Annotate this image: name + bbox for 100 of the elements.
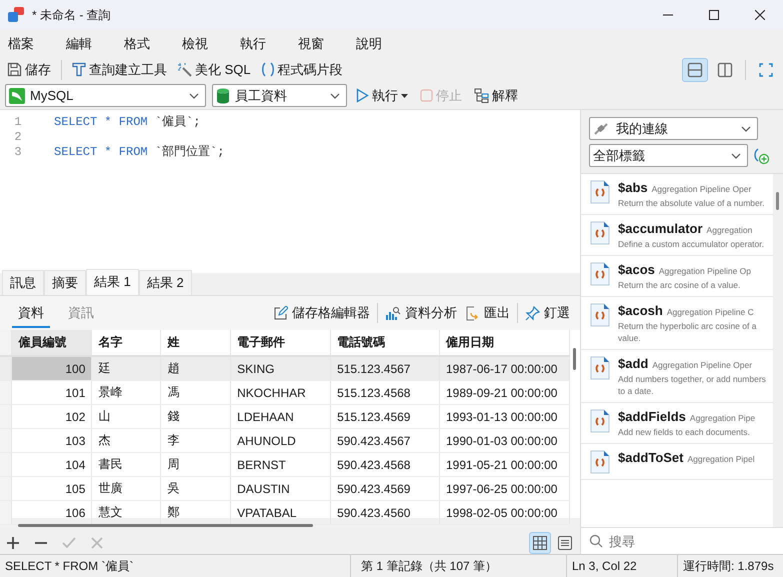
result-tab[interactable]: 訊息 <box>2 270 44 295</box>
table-cell: 1989-09-21 00:00:00 <box>440 380 570 404</box>
menu-item[interactable]: 說明 <box>354 34 412 52</box>
snippet-item[interactable]: $addToSet Aggregation Pipel <box>581 444 773 480</box>
menu-item[interactable]: 視窗 <box>296 34 354 52</box>
snippet-description: Return the absolute value of a number. <box>618 197 766 209</box>
snippet-file-icon <box>590 409 610 433</box>
sql-code-line: SELECT * FROM `部門位置`; <box>54 145 224 160</box>
table-cell: 515.123.4569 <box>330 404 440 428</box>
scrollbar-thumb[interactable] <box>18 524 313 526</box>
table-cell: 周 <box>160 452 231 476</box>
table-cell: AHUNOLD <box>230 428 331 452</box>
result-tab[interactable]: 結果 1 <box>86 269 139 295</box>
scrollbar-thumb[interactable] <box>573 348 576 370</box>
snippet-file-icon <box>590 180 610 204</box>
table-cell: 廷 <box>92 356 161 380</box>
snippet-description: Return the hyperbolic arc cosine of a value. <box>618 320 758 344</box>
menu-item[interactable]: 執行 <box>238 34 296 52</box>
pencil-icon <box>273 306 288 320</box>
pin-button[interactable]: 釘選 <box>521 304 574 322</box>
snippet-category: Aggregation Pipeline Oper <box>652 184 752 194</box>
column-header[interactable]: 僱員編號 <box>12 330 92 356</box>
table-cell: 1987-06-17 00:00:00 <box>440 356 570 380</box>
table-cell: 書民 <box>92 452 161 476</box>
code-snippet-button[interactable]: 程式碼片段 <box>258 58 346 80</box>
snippet-item[interactable]: $acos Aggregation Pipeline Op Return the arc cosine of a value. <box>581 256 773 297</box>
table-cell: 杰 <box>92 428 161 452</box>
menu-item[interactable]: 編輯 <box>64 34 122 52</box>
search-icon <box>589 534 603 548</box>
layout-toggle-button[interactable] <box>682 58 708 82</box>
snippet-item[interactable]: $acosh Aggregation Pipeline C Return the hyperbolic arc cosine of a value. <box>581 297 773 350</box>
snippet-file-icon <box>590 221 610 245</box>
menu-item[interactable]: 檔案 <box>6 34 64 52</box>
tag-filter-select[interactable]: 全部標籤 <box>589 144 748 167</box>
snippet-item[interactable]: $add Aggregation Pipeline Oper Add numbers together, or add numbers to a date. <box>581 350 773 403</box>
parentheses-icon <box>260 62 275 77</box>
column-header[interactable]: 電子郵件 <box>230 330 331 356</box>
database-select[interactable]: 員工資料 <box>212 84 347 107</box>
snippet-item[interactable]: $addFields Aggregation Pipe Add new fields to each documents. <box>581 403 773 444</box>
search-input[interactable]: 搜尋 <box>607 532 761 550</box>
table-cell: 515.123.4567 <box>330 356 440 380</box>
window-title: * 未命名 - 查詢 <box>32 6 112 24</box>
snippet-category: Aggregation <box>706 225 752 235</box>
magic-wand-icon <box>177 62 192 77</box>
snippet-name: $acosh <box>618 303 663 318</box>
connection-filter-select[interactable]: 我的連線 <box>589 117 758 140</box>
column-header[interactable]: 姓 <box>160 330 231 356</box>
status-query: SELECT * FROM `僱員` <box>0 555 351 577</box>
menu-item[interactable]: 檢視 <box>180 34 238 52</box>
column-header[interactable]: 名字 <box>92 330 161 356</box>
scrollbar-thumb[interactable] <box>776 192 779 210</box>
column-header[interactable]: 電話號碼 <box>330 330 440 356</box>
table-cell: 590.423.4560 <box>330 500 440 524</box>
line-number: 2 <box>14 130 22 145</box>
caret-icon <box>401 94 408 98</box>
cell-editor-button[interactable]: 儲存格編輯器 <box>269 304 374 322</box>
explain-button[interactable]: 解釋 <box>471 84 521 106</box>
app-logo-icon <box>8 7 24 23</box>
run-button[interactable]: 執行 <box>353 84 411 106</box>
bar-chart-icon <box>385 306 401 320</box>
connection-select[interactable]: MySQL <box>5 84 206 107</box>
dropdown-caret-icon <box>330 92 340 98</box>
table-cell: NKOCHHAR <box>230 380 331 404</box>
snippet-item[interactable]: $accumulator Aggregation Define a custom accumulator operator. <box>581 215 773 256</box>
cursor-position: Ln 3, Col 22 <box>567 555 678 577</box>
search-field[interactable]: 搜尋 <box>581 527 783 554</box>
play-icon <box>356 88 369 103</box>
table-cell: 1998-02-05 00:00:00 <box>440 500 570 524</box>
maximize-icon[interactable] <box>709 10 719 20</box>
data-analysis-button[interactable]: 資料分析 <box>381 304 461 322</box>
record-count: 第 1 筆記錄（共 107 筆） <box>351 555 567 577</box>
table-cell: 趙 <box>160 356 231 380</box>
list-icon <box>557 535 573 551</box>
table-cell: 1990-01-03 00:00:00 <box>440 428 570 452</box>
add-icon[interactable] <box>6 536 20 550</box>
table-cell: 590.423.4567 <box>330 428 440 452</box>
query-builder-button[interactable]: 查詢建立工具 <box>69 58 170 80</box>
add-snippet-icon[interactable] <box>752 146 770 164</box>
table-cell: 103 <box>12 428 92 452</box>
close-icon[interactable] <box>755 10 765 20</box>
sql-code-line: SELECT * FROM `僱員`; <box>54 115 200 130</box>
view-tab[interactable]: 資料 <box>12 298 50 328</box>
snippet-name: $abs <box>618 180 648 195</box>
table-cell: 1993-01-13 00:00:00 <box>440 404 570 428</box>
save-button[interactable]: 儲存 <box>4 58 54 80</box>
fullscreen-icon[interactable] <box>759 62 773 76</box>
line-number: 3 <box>14 145 22 160</box>
snippet-name: $addFields <box>618 409 686 424</box>
grid-view-button[interactable] <box>529 532 551 554</box>
beautify-sql-button[interactable]: 美化 SQL <box>174 58 254 80</box>
snippet-item[interactable]: $abs Aggregation Pipeline Oper Return the absolute value of a number. <box>581 174 773 215</box>
export-button[interactable]: 匯出 <box>461 304 514 322</box>
result-tab[interactable]: 結果 2 <box>138 270 192 295</box>
table-cell: DAUSTIN <box>230 476 331 500</box>
column-header[interactable]: 僱用日期 <box>440 330 570 356</box>
horizontal-split-icon <box>687 62 703 78</box>
menu-item[interactable]: 格式 <box>122 34 180 52</box>
line-number: 1 <box>14 115 22 130</box>
result-tab[interactable]: 摘要 <box>44 270 86 295</box>
vertical-split-icon <box>717 62 733 78</box>
